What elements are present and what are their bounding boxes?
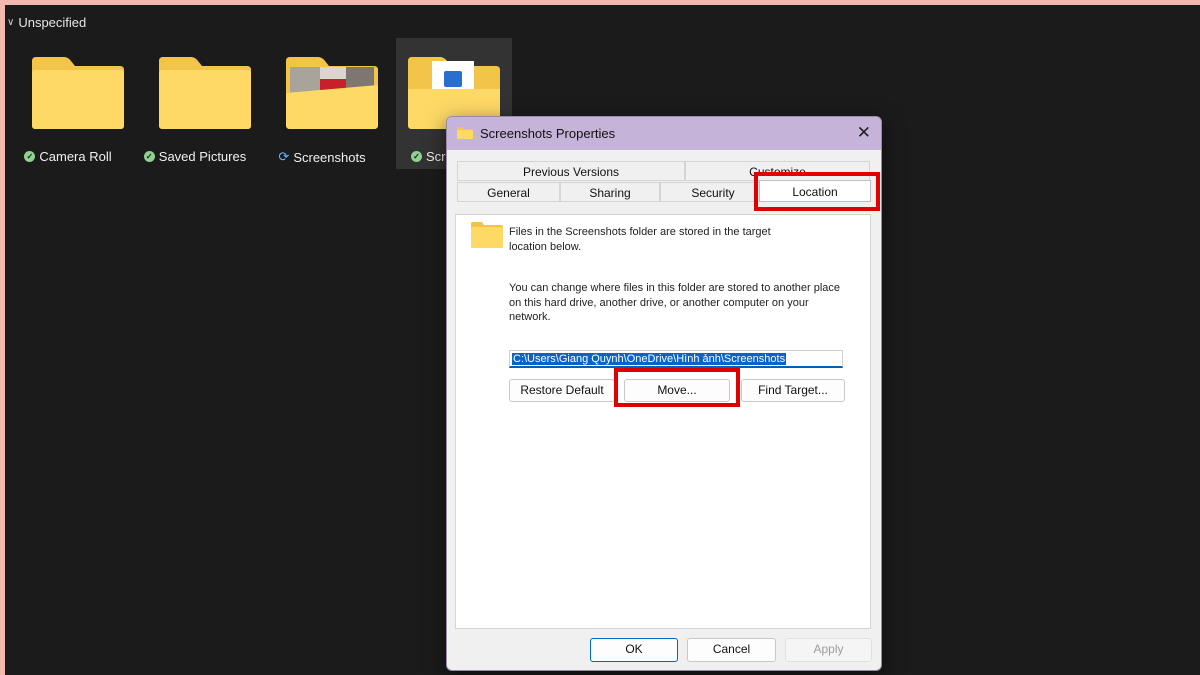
close-icon[interactable]: ✕ — [857, 123, 871, 143]
location-tab-highlight — [754, 172, 880, 211]
group-label: Unspecified — [18, 15, 87, 30]
folder-icon — [32, 57, 124, 129]
folder-item-saved-pictures[interactable]: ✓ Saved Pictures — [137, 38, 253, 169]
tab-general[interactable]: General — [457, 182, 560, 202]
change-description: You can change where files in this folde… — [509, 282, 841, 323]
folder-icon — [457, 127, 473, 139]
group-header[interactable]: ∨ Unspecified — [7, 15, 86, 30]
folder-label: ✓ Saved Pictures — [137, 149, 253, 164]
tab-previous-versions[interactable]: Previous Versions — [457, 161, 685, 181]
folder-label: ⟳ Screenshots — [278, 149, 366, 165]
folder-label: ✓ Camera Roll — [10, 149, 126, 164]
folder-icon — [159, 57, 251, 129]
find-target-button[interactable]: Find Target... — [741, 379, 845, 402]
sync-refresh-icon: ⟳ — [278, 149, 290, 164]
dialog-title: Screenshots Properties — [480, 126, 616, 141]
sync-check-icon: ✓ — [24, 151, 36, 162]
restore-default-button[interactable]: Restore Default — [509, 379, 615, 402]
chevron-down-icon: ∨ — [7, 17, 15, 28]
sync-check-icon: ✓ — [411, 151, 422, 162]
folder-icon — [471, 222, 503, 248]
tab-security[interactable]: Security — [660, 182, 766, 202]
tab-sharing[interactable]: Sharing — [560, 182, 660, 202]
sync-check-icon: ✓ — [143, 151, 155, 162]
target-path-input[interactable]: C:\Users\Giang Quynh\OneDrive\Hình ảnh\S… — [509, 350, 843, 368]
move-button-highlight — [614, 368, 740, 407]
location-panel: Files in the Screenshots folder are stor… — [455, 214, 871, 629]
ok-button[interactable]: OK — [590, 638, 678, 662]
folder-with-photo-icon — [286, 57, 378, 129]
info-text: Files in the Screenshots folder are stor… — [509, 226, 771, 253]
folder-item-screenshots[interactable]: ⟳ Screenshots — [264, 38, 380, 169]
folder-item-camera-roll[interactable]: ✓ Camera Roll — [10, 38, 126, 169]
apply-button[interactable]: Apply — [785, 638, 872, 662]
cancel-button[interactable]: Cancel — [687, 638, 776, 662]
dialog-titlebar[interactable]: Screenshots Properties ✕ — [447, 117, 881, 150]
